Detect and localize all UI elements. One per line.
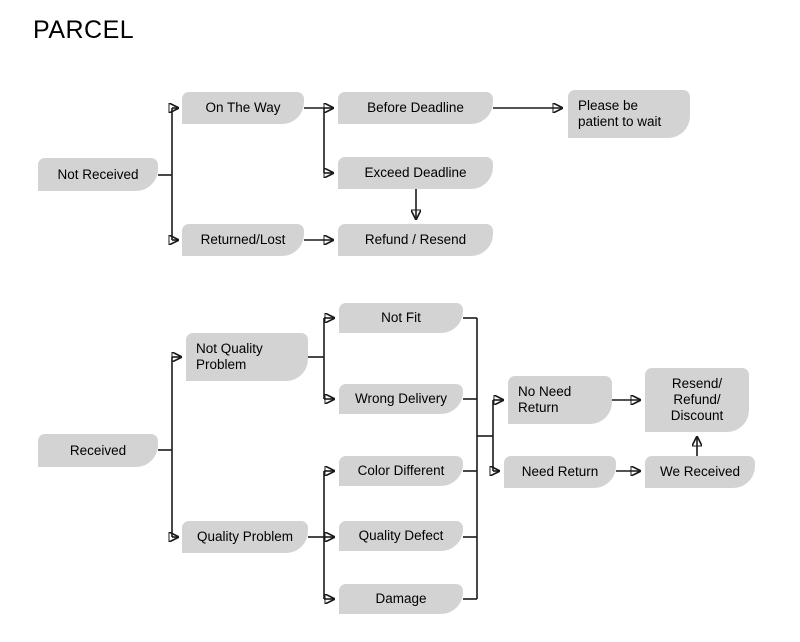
node-label: Color Different: [357, 463, 445, 478]
node-label: Exceed Deadline: [364, 165, 467, 180]
node-exceed-deadline[interactable]: Exceed Deadline: [338, 157, 493, 189]
node-quality-problem[interactable]: Quality Problem: [182, 521, 308, 553]
node-label: Quality Defect: [358, 528, 444, 543]
node-not-quality-problem[interactable]: Not Quality Problem: [186, 333, 308, 381]
node-label: Refund / Resend: [364, 232, 467, 247]
page-title: PARCEL: [33, 16, 135, 44]
node-wrong-delivery[interactable]: Wrong Delivery: [339, 384, 463, 414]
node-label: Not Fit: [381, 310, 421, 325]
node-before-deadline[interactable]: Before Deadline: [338, 92, 493, 124]
node-color-different[interactable]: Color Different: [339, 456, 463, 486]
node-on-the-way[interactable]: On The Way: [182, 92, 304, 124]
node-no-need-return[interactable]: No Need Return: [508, 376, 612, 424]
node-label: Returned/Lost: [200, 232, 286, 247]
node-returned-lost[interactable]: Returned/Lost: [182, 224, 304, 256]
node-label: Please be patient to wait: [578, 98, 662, 129]
node-label: Not Quality Problem: [196, 341, 263, 372]
node-label: Received: [69, 442, 127, 458]
node-label: We Received: [659, 464, 741, 479]
node-label: On The Way: [205, 100, 281, 115]
node-please-be-patient-to-wait[interactable]: Please be patient to wait: [568, 90, 690, 138]
node-label: Before Deadline: [367, 100, 464, 115]
node-quality-defect[interactable]: Quality Defect: [339, 521, 463, 551]
node-we-received[interactable]: We Received: [645, 456, 755, 488]
node-label: Need Return: [521, 464, 599, 479]
flowchart-canvas: PARCEL Not Received On The Way Returned/…: [0, 0, 800, 642]
node-label: Resend/ Refund/ Discount: [670, 376, 724, 423]
node-label: Not Received: [57, 166, 139, 182]
node-label: Damage: [375, 591, 427, 606]
node-not-received[interactable]: Not Received: [38, 158, 158, 191]
node-label: No Need Return: [518, 384, 572, 415]
node-need-return[interactable]: Need Return: [504, 456, 616, 488]
node-refund-resend[interactable]: Refund / Resend: [338, 224, 493, 256]
node-resend-refund-discount[interactable]: Resend/ Refund/ Discount: [645, 368, 749, 432]
node-label: Wrong Delivery: [354, 391, 448, 406]
node-label: Quality Problem: [196, 529, 294, 544]
node-damage[interactable]: Damage: [339, 584, 463, 614]
node-not-fit[interactable]: Not Fit: [339, 303, 463, 333]
node-received[interactable]: Received: [38, 434, 158, 467]
